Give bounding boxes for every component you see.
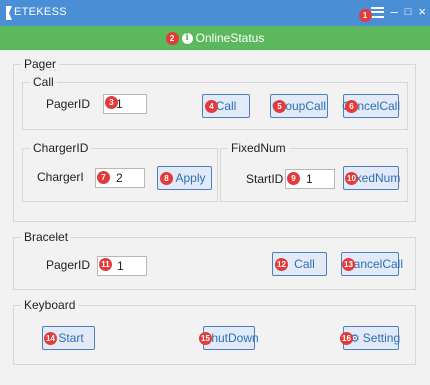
maximize-button[interactable]: □ [405,3,412,21]
annotation-badge: 5 [273,100,286,113]
minimize-button[interactable]: – [391,3,398,21]
annotation-badge: 13 [342,258,355,271]
annotation-badge: 1 [358,8,372,22]
annotation-badge: 7 [97,171,110,184]
annotation-badge: 14 [44,332,57,345]
annotation-badge: 2 [165,31,179,45]
annotation-badge: 12 [275,258,288,271]
annotation-badge: 6 [345,100,358,113]
app-logo-icon [6,6,12,20]
pager-group-title: Pager [21,57,60,71]
annotation-badge: 10 [345,172,358,185]
info-icon: i [181,32,193,44]
annotation-badge: 4 [205,100,218,113]
window-controls: 1 – □ × [358,3,426,22]
online-status-text: OnlineStatus [195,31,265,45]
online-status-bar: 2 i OnlineStatus [0,26,430,50]
annotation-badge: 3 [105,96,118,109]
annotation-badge: 8 [160,172,173,185]
close-button[interactable]: × [418,3,426,21]
setting-button-label: Setting [362,331,401,345]
charger-id-group-title: ChargerID [30,141,92,155]
bracelet-group-title: Bracelet [21,230,72,244]
annotation-badge: 9 [287,172,300,185]
keyboard-group-title: Keyboard [21,298,79,312]
bracelet-pager-id-label: PagerID [46,258,91,272]
menu-icon [370,6,384,18]
start-id-label: StartID [246,172,284,186]
charger-label: ChargerI [37,170,84,184]
annotation-badge: 15 [199,332,212,345]
title-bar: ETEKESS 1 – □ × [0,0,430,26]
annotation-badge: 16 [340,332,353,345]
call-group-title: Call [30,75,57,89]
pager-id-label: PagerID [46,97,91,111]
annotation-badge: 11 [99,258,112,271]
fixed-num-group-title: FixedNum [228,141,289,155]
menu-button[interactable]: 1 [358,6,384,22]
app-title: ETEKESS [14,6,67,18]
